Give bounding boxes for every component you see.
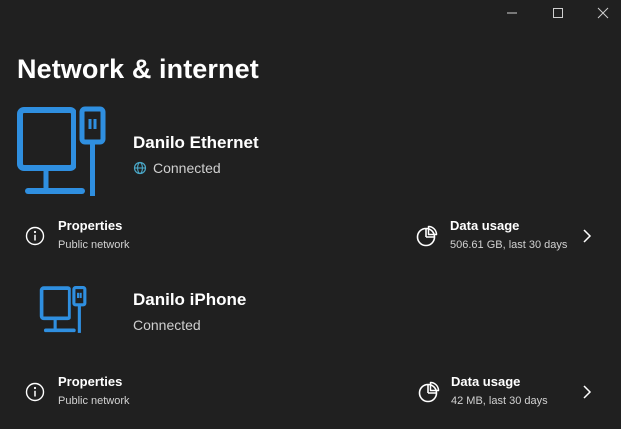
connection-settings-row: Properties Public network Data usage 42 … [0,362,621,422]
pie-chart-icon [418,381,440,403]
info-icon [25,226,45,246]
close-icon [597,7,609,19]
info-icon [25,382,45,402]
chevron-right-icon [583,229,592,243]
data-usage-subtitle: 506.61 GB, last 30 days [450,239,568,251]
connection-status-text: Connected [153,160,221,176]
properties-title: Properties [58,218,123,233]
ethernet-pc-icon [17,106,106,196]
data-usage-item[interactable]: Data usage 42 MB, last 30 days [400,362,621,422]
ethernet-pc-icon [39,286,87,333]
data-usage-subtitle: 42 MB, last 30 days [451,395,548,407]
minimize-button[interactable] [490,0,534,26]
chevron-right-icon [583,385,592,399]
pie-chart-icon [416,225,438,247]
title-bar [0,0,621,26]
data-usage-title: Data usage [451,374,521,389]
connection-status: Connected [133,160,221,176]
globe-icon [133,161,147,175]
page-title: Network & internet [17,54,259,84]
maximize-icon [553,8,563,18]
data-usage-title: Data usage [450,218,520,233]
properties-item[interactable]: Properties Public network [0,362,300,422]
connection-name: Danilo Ethernet [133,133,259,152]
properties-subtitle: Public network [58,239,130,251]
properties-title: Properties [58,374,123,389]
minimize-icon [507,12,517,14]
properties-subtitle: Public network [58,395,130,407]
connection-settings-row: Properties Public network Data usage 506… [0,206,621,266]
close-button[interactable] [581,0,621,26]
connection-name: Danilo iPhone [133,290,247,309]
connection-status: Connected [133,317,201,333]
properties-item[interactable]: Properties Public network [0,206,300,266]
maximize-button[interactable] [536,0,580,26]
data-usage-item[interactable]: Data usage 506.61 GB, last 30 days [400,206,621,266]
connection-status-text: Connected [133,317,201,333]
